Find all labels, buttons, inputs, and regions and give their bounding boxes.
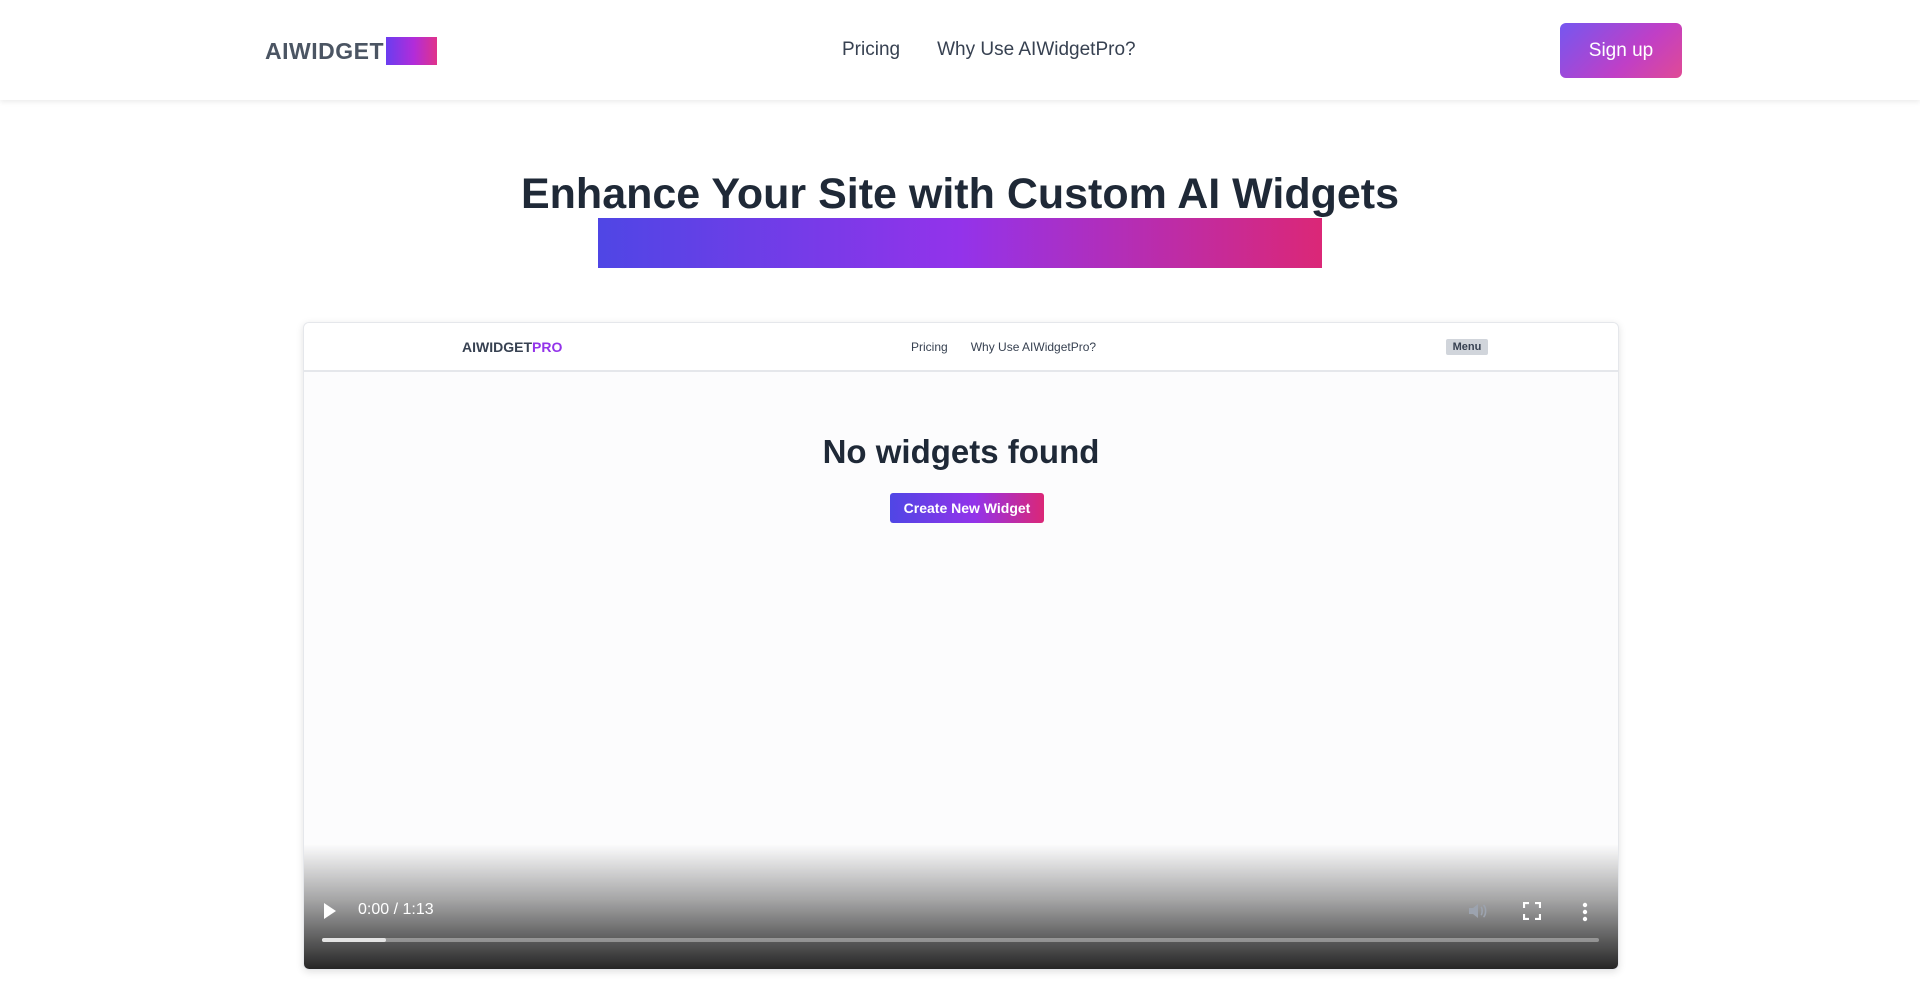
demo-video-player[interactable]: AIWIDGETPRO Pricing Why Use AIWidgetPro?…	[303, 322, 1619, 970]
video-frame-menu-button: Menu	[1446, 339, 1488, 355]
video-frame-nav-why-use: Why Use AIWidgetPro?	[970, 340, 1097, 354]
more-vertical-icon[interactable]	[1582, 902, 1588, 922]
video-frame-logo-accent: PRO	[532, 339, 563, 355]
empty-state-message: No widgets found	[822, 433, 1100, 470]
logo-gradient-block	[386, 37, 437, 65]
site-logo[interactable]: AIWIDGET	[265, 37, 437, 65]
volume-icon[interactable]	[1467, 902, 1487, 920]
main-nav: Pricing Why Use AIWidgetPro?	[842, 39, 1136, 61]
video-controls: 0:00 / 1:13	[304, 844, 1618, 969]
fullscreen-icon[interactable]	[1523, 902, 1541, 920]
video-frame-logo: AIWIDGETPRO	[462, 339, 562, 355]
video-frame-create-widget-button: Create New Widget	[890, 493, 1044, 523]
play-icon[interactable]	[324, 903, 336, 919]
video-time-display: 0:00 / 1:13	[358, 901, 434, 918]
hero-title: Enhance Your Site with Custom AI Widgets	[520, 170, 1399, 218]
video-frame-nav-pricing: Pricing	[911, 340, 948, 354]
video-buffered-bar	[322, 938, 386, 942]
video-frame-nav: Pricing Why Use AIWidgetPro?	[911, 340, 1096, 354]
nav-link-why-use[interactable]: Why Use AIWidgetPro?	[937, 39, 1136, 61]
top-navbar: AIWIDGET Pricing Why Use AIWidgetPro? Si…	[0, 0, 1920, 100]
signup-button[interactable]: Sign up	[1560, 23, 1682, 78]
logo-text: AIWIDGET	[265, 37, 384, 64]
video-progress-track[interactable]	[322, 938, 1599, 942]
video-frame-logo-main: AIWIDGET	[462, 339, 532, 355]
hero-gradient-bar	[598, 218, 1322, 268]
nav-link-pricing[interactable]: Pricing	[842, 39, 900, 61]
video-frame-header: AIWIDGETPRO Pricing Why Use AIWidgetPro?…	[304, 323, 1618, 372]
